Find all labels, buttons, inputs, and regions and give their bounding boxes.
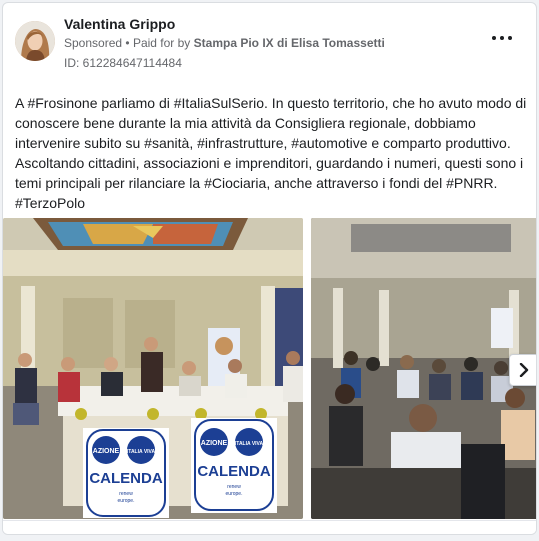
separator-dot: • xyxy=(125,36,130,50)
calenda-text-2: CALENDA xyxy=(197,463,270,480)
paid-for-by-name[interactable]: Stampa Pio IX di Elisa Tomassetti xyxy=(194,36,385,50)
renew-text-2: renew xyxy=(227,484,241,490)
photo-gallery: AZIONE ITALIA VIVA CALENDA renew europe.… xyxy=(3,218,536,522)
italia-viva-logo-text-2: ITALIA VIVA xyxy=(235,441,264,447)
ad-card: Valentina Grippo Sponsored • Paid for by… xyxy=(2,2,537,535)
photo-panel-table[interactable]: AZIONE ITALIA VIVA CALENDA renew europe.… xyxy=(3,218,303,519)
photo-panel-audience[interactable] xyxy=(311,218,536,519)
author-name[interactable]: Valentina Grippo xyxy=(64,16,175,32)
azione-logo-text-2: AZIONE xyxy=(201,440,228,447)
ad-id: ID: 612284647114484 xyxy=(64,56,182,70)
post-header: Valentina Grippo Sponsored • Paid for by… xyxy=(3,3,536,83)
calenda-text-1: CALENDA xyxy=(89,470,162,487)
paid-for-prefix: Paid for by xyxy=(132,36,191,50)
sponsored-label: Sponsored xyxy=(64,36,123,50)
sponsored-line: Sponsored • Paid for by Stampa Pio IX di… xyxy=(64,36,385,50)
card-footer xyxy=(3,520,536,534)
author-avatar[interactable] xyxy=(15,21,55,61)
europe-text-1: europe. xyxy=(118,498,135,504)
azione-logo-text-1: AZIONE xyxy=(93,448,120,455)
more-options-icon[interactable] xyxy=(492,31,514,45)
chevron-right-icon xyxy=(519,363,529,377)
italia-viva-logo-text-1: ITALIA VIVA xyxy=(127,449,156,455)
next-image-button[interactable] xyxy=(509,354,536,386)
europe-text-2: europe. xyxy=(226,491,243,497)
post-text: A #Frosinone parliamo di #ItaliaSulSerio… xyxy=(15,95,527,211)
renew-text-1: renew xyxy=(119,491,133,497)
